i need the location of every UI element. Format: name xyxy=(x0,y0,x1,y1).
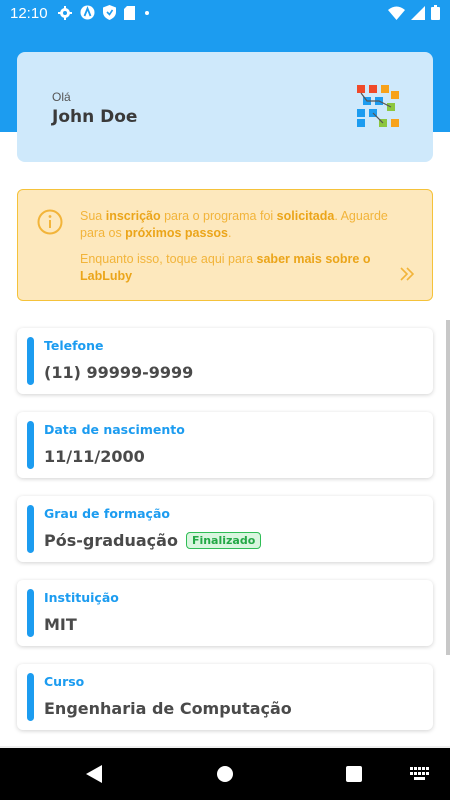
battery-icon xyxy=(431,5,440,20)
info-label: Telefone xyxy=(44,338,104,353)
gear-icon xyxy=(58,5,72,20)
back-icon[interactable] xyxy=(85,765,103,783)
recent-apps-icon[interactable] xyxy=(346,766,362,782)
info-value: Pós-graduação xyxy=(44,531,178,550)
labluby-logo-icon xyxy=(357,85,399,127)
double-chevron-right-icon[interactable] xyxy=(400,267,414,281)
info-value: 11/11/2000 xyxy=(44,447,145,466)
notice-message: Sua inscrição para o programa foi solici… xyxy=(80,209,388,240)
info-label: Instituição xyxy=(44,590,119,605)
info-value-row: Pós-graduação Finalizado xyxy=(44,531,262,550)
info-value: Engenharia de Computação xyxy=(44,699,292,718)
registration-notice[interactable]: Sua inscrição para o programa foi solici… xyxy=(17,189,433,301)
status-badge: Finalizado xyxy=(185,532,262,549)
status-icons-left xyxy=(58,5,151,20)
keyboard-icon[interactable] xyxy=(410,767,430,781)
status-time: 12:10 xyxy=(10,5,48,22)
info-icon xyxy=(37,209,63,235)
info-value: (11) 99999-9999 xyxy=(44,363,194,382)
accent-bar xyxy=(27,421,34,469)
home-icon[interactable] xyxy=(217,766,233,782)
sd-card-icon xyxy=(124,5,135,20)
greeting-card: Olá John Doe xyxy=(17,52,433,162)
info-card-education: Grau de formação Pós-graduação Finalizado xyxy=(17,496,433,562)
info-card-institution: Instituição MIT xyxy=(17,580,433,646)
accent-bar xyxy=(27,589,34,637)
info-card-course: Curso Engenharia de Computação xyxy=(17,664,433,730)
info-card-birthdate: Data de nascimento 11/11/2000 xyxy=(17,412,433,478)
signal-icon xyxy=(411,5,425,20)
info-label: Grau de formação xyxy=(44,506,170,521)
scrollbar[interactable] xyxy=(446,320,450,655)
greeting-hello: Olá xyxy=(52,90,71,104)
dot-icon xyxy=(145,10,149,15)
system-nav-bar xyxy=(0,748,450,800)
a-icon xyxy=(80,5,95,20)
info-value: MIT xyxy=(44,615,77,634)
accent-bar xyxy=(27,673,34,721)
info-label: Curso xyxy=(44,674,85,689)
info-label: Data de nascimento xyxy=(44,422,185,437)
shield-icon xyxy=(103,5,116,20)
notice-learn-more-link[interactable]: Enquanto isso, toque aqui para saber mai… xyxy=(80,251,380,284)
accent-bar xyxy=(27,505,34,553)
info-card-telefone: Telefone (11) 99999-9999 xyxy=(17,328,433,394)
status-bar: 12:10 xyxy=(0,0,450,28)
user-name: John Doe xyxy=(52,107,138,127)
wifi-icon xyxy=(388,6,405,20)
status-icons-right xyxy=(388,5,440,20)
accent-bar xyxy=(27,337,34,385)
